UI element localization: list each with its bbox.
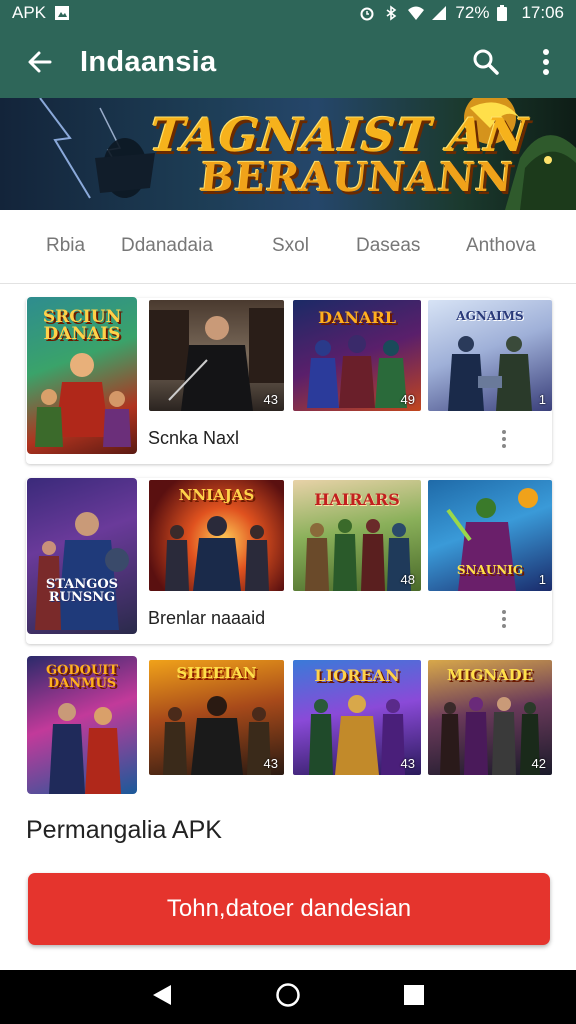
thumb-title: SHEEIAN [176, 664, 257, 682]
thumb-title: DANARL [318, 308, 396, 327]
battery-level: 72% [455, 3, 490, 22]
status-bar: APK 72% 17:06 [0, 0, 576, 26]
tab-daseas[interactable]: Daseas [356, 235, 420, 257]
game-cover[interactable]: GODOUIT DANMUS [27, 656, 137, 794]
tab-rbia[interactable]: Rbia [46, 235, 85, 257]
thumb-badge: 43 [263, 392, 278, 407]
tab-ddanadaia[interactable]: Ddanadaia [121, 235, 213, 257]
banner-title-line2: BERAUNANN [197, 154, 516, 201]
system-nav-bar [0, 970, 576, 1024]
search-button[interactable] [456, 26, 516, 98]
thumb-badge: 43 [263, 756, 278, 771]
thumb-title: SNAUNIG [456, 563, 524, 577]
cover-title: GODOUIT DANMUS [45, 663, 119, 691]
more-vert-icon [543, 49, 549, 75]
alarm-icon [359, 5, 375, 21]
thumb-badge: 1 [538, 392, 546, 407]
game-thumbnail[interactable]: SHEEIAN 43 [149, 660, 284, 775]
nav-home-button[interactable] [275, 982, 301, 1013]
game-thumbnail[interactable]: 43 [149, 300, 284, 411]
back-button[interactable] [0, 26, 80, 98]
nav-recents-button[interactable] [403, 984, 425, 1011]
overflow-menu-button[interactable] [516, 26, 576, 98]
battery-icon [497, 5, 513, 21]
row-label: Scnka Naxl [148, 428, 240, 448]
more-vert-icon[interactable] [502, 430, 506, 451]
game-thumbnail[interactable]: SNAUNIG 1 [428, 480, 552, 591]
game-thumbnail[interactable]: MIGNADE 42 [428, 660, 552, 775]
thumb-title: HAIRARS [314, 490, 400, 509]
game-thumbnail[interactable]: LIOREAN 43 [293, 660, 421, 775]
game-row[interactable]: GODOUIT DANMUS SHEEIAN 43 LIOREAN 43 MIG… [26, 656, 552, 796]
thumb-badge: 49 [400, 392, 415, 407]
game-row[interactable]: SRCIUN DANAIS 43 DANARL 49 AGNAIMS 1 Scn… [26, 297, 552, 464]
game-thumbnail[interactable]: DANARL 49 [293, 300, 421, 411]
thumb-title: MIGNADE [446, 666, 534, 684]
clock: 17:06 [521, 3, 564, 22]
tab-anthova[interactable]: Anthova [466, 235, 536, 257]
thumb-badge: 43 [400, 756, 415, 771]
thumb-badge: 1 [538, 572, 546, 587]
square-recents-icon [404, 984, 424, 1005]
wifi-icon [407, 5, 425, 21]
image-notification-icon [54, 5, 70, 21]
thumb-title: LIOREAN [314, 666, 400, 685]
game-thumbnail[interactable]: HAIRARS 48 [293, 480, 421, 591]
game-thumbnail[interactable]: AGNAIMS 1 [428, 300, 552, 411]
circle-home-icon [276, 982, 300, 1007]
arrow-left-icon [28, 51, 52, 73]
game-cover[interactable]: SRCIUN DANAIS [27, 297, 137, 454]
thumb-badge: 48 [400, 572, 415, 587]
section-title: Permangalia APK [26, 816, 222, 844]
game-row[interactable]: STANGOS RUNSNG NNIAJAS HAIRARS 48 SNAUNI… [26, 478, 552, 644]
thumb-title: AGNAIMS [456, 309, 524, 323]
thumb-title: NNIAJAS [178, 486, 255, 504]
hero-banner[interactable]: TAGNAIST AN BERAUNANN [0, 98, 576, 210]
bluetooth-icon [383, 5, 399, 21]
game-cover[interactable]: STANGOS RUNSNG [27, 478, 137, 634]
page-title: Indaansia [80, 45, 217, 78]
category-tabs: Rbia Ddanadaia Sxol Daseas Anthova [0, 210, 576, 284]
status-left-text: APK [12, 3, 47, 22]
cover-title: STANGOS RUNSNG [45, 577, 119, 605]
download-button[interactable]: Tohn,datoer dandesian [28, 873, 550, 945]
search-icon [473, 49, 499, 75]
app-bar: Indaansia [0, 26, 576, 98]
nav-back-button[interactable] [151, 983, 173, 1012]
row-label: Brenlar naaaid [148, 608, 266, 628]
signal-icon [431, 5, 447, 21]
tab-sxol[interactable]: Sxol [272, 235, 309, 257]
game-thumbnail[interactable]: NNIAJAS [149, 480, 284, 591]
thumb-badge: 42 [531, 756, 546, 771]
more-vert-icon[interactable] [502, 610, 506, 631]
triangle-back-icon [153, 984, 171, 1005]
